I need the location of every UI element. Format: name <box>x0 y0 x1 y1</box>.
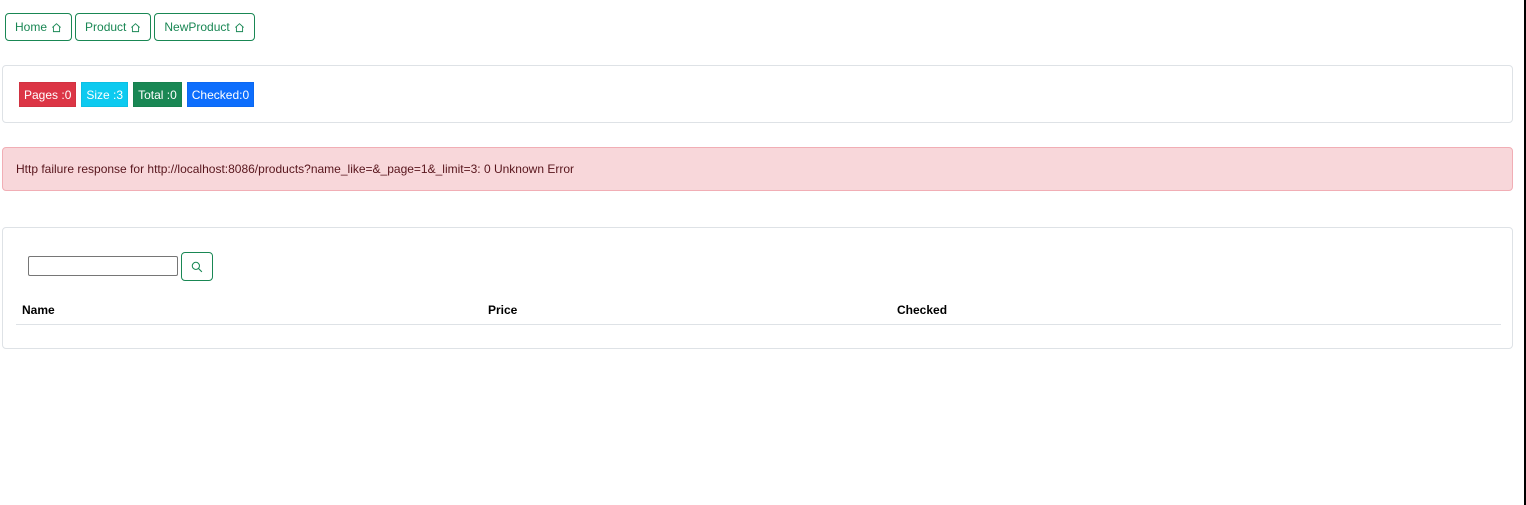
house-icon <box>234 22 244 32</box>
column-header-price: Price <box>488 303 518 317</box>
products-table-header: Name Price Checked <box>16 300 1501 325</box>
total-badge: Total :0 <box>133 82 182 107</box>
nav-newproduct-label: NewProduct <box>164 20 230 34</box>
search-button[interactable] <box>181 252 213 281</box>
nav-home-label: Home <box>15 20 48 34</box>
products-card: Name Price Checked <box>2 227 1513 349</box>
checked-badge: Checked:0 <box>186 82 255 107</box>
stats-card: Pages :0 Size :3 Total :0 Checked:0 <box>2 65 1513 123</box>
house-icon <box>52 22 61 32</box>
stats-badges: Pages :0 Size :3 Total :0 Checked:0 <box>19 82 255 107</box>
column-header-checked: Checked <box>897 303 948 317</box>
pages-badge: Pages :0 <box>19 82 77 107</box>
nav-newproduct-button[interactable]: NewProduct <box>154 13 255 41</box>
search-icon <box>191 261 203 272</box>
size-badge: Size :3 <box>81 82 129 107</box>
house-icon <box>131 22 141 32</box>
error-message: Http failure response for http://localho… <box>16 162 574 176</box>
nav-product-button[interactable]: Product <box>75 13 152 41</box>
column-header-name: Name <box>22 303 55 317</box>
error-alert: Http failure response for http://localho… <box>2 147 1513 191</box>
search-input[interactable] <box>28 256 178 276</box>
top-nav: Home Product NewProduct <box>5 13 255 41</box>
nav-product-label: Product <box>85 20 127 34</box>
nav-home-button[interactable]: Home <box>5 13 73 41</box>
